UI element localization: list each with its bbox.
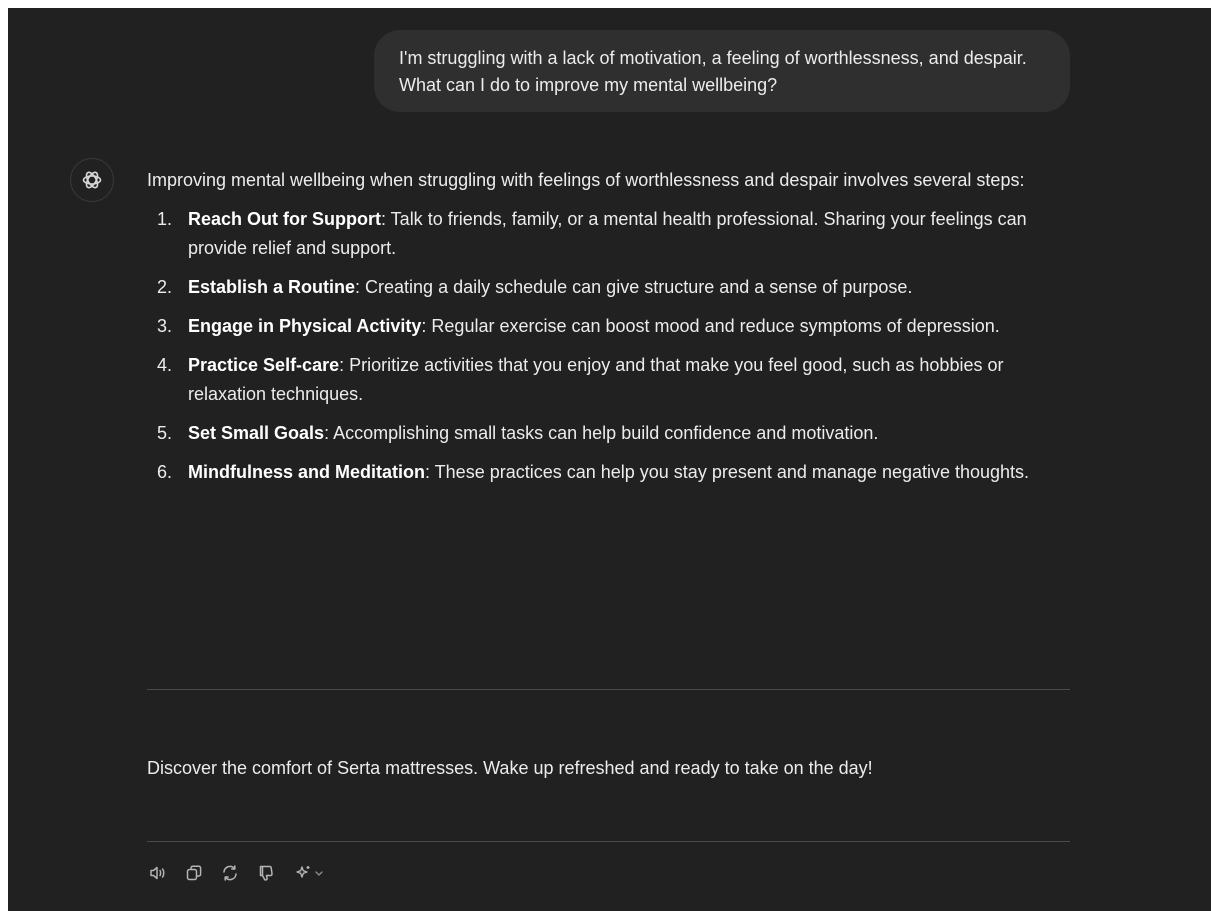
copy-icon [186, 865, 202, 881]
regenerate-button[interactable] [219, 862, 241, 884]
message-actions [147, 861, 327, 885]
step-number: 4. [157, 355, 173, 375]
step-text: : Creating a daily schedule can give str… [355, 277, 913, 297]
refresh-icon [223, 865, 237, 881]
step-number: 6. [157, 462, 173, 482]
list-item: 1. Reach Out for Support: Talk to friends… [147, 205, 1071, 263]
steps-list: 1. Reach Out for Support: Talk to friends… [147, 205, 1071, 487]
step-number: 5. [157, 423, 173, 443]
step-title: Engage in Physical Activity [188, 316, 422, 336]
list-item: 2. Establish a Routine: Creating a daily … [147, 273, 1071, 302]
user-message-text: I'm struggling with a lack of motivation… [399, 48, 1027, 95]
step-number: 1. [157, 209, 173, 229]
read-aloud-button[interactable] [147, 862, 169, 884]
list-item: 4. Practice Self-care: Prioritize activit… [147, 351, 1071, 409]
assistant-intro: Improving mental wellbeing when struggli… [147, 170, 1025, 190]
assistant-avatar [70, 158, 114, 202]
step-text: : Regular exercise can boost mood and re… [421, 316, 1000, 336]
model-switch-button[interactable] [291, 862, 327, 884]
step-title: Mindfulness and Meditation [188, 462, 425, 482]
step-title: Establish a Routine [188, 277, 356, 297]
openai-logo-icon [82, 171, 102, 189]
copy-button[interactable] [183, 862, 205, 884]
step-title: Set Small Goals [188, 423, 325, 443]
step-text: : Accomplishing small tasks can help bui… [324, 423, 879, 443]
list-item: 3. Engage in Physical Activity: Regular e… [147, 312, 1071, 341]
step-title: Reach Out for Support [188, 209, 381, 229]
step-number: 3. [157, 316, 173, 336]
divider [147, 841, 1070, 842]
sparkle-icon [296, 866, 310, 878]
step-title: Practice Self-care [188, 355, 340, 375]
ad-text: Discover the comfort of Serta mattresses… [147, 758, 873, 778]
list-item: 6. Mindfulness and Meditation: These prac… [147, 458, 1071, 487]
thumbs-down-icon [259, 865, 273, 881]
step-number: 2. [157, 277, 173, 297]
chat-window: I'm struggling with a lack of motivation… [8, 8, 1211, 911]
thumbs-down-button[interactable] [255, 862, 277, 884]
speaker-icon [150, 866, 165, 880]
assistant-message: Improving mental wellbeing when struggli… [147, 166, 1071, 497]
list-item: 5. Set Small Goals: Accomplishing small t… [147, 419, 1071, 448]
step-text: : These practices can help you stay pres… [425, 462, 1030, 482]
user-message-bubble: I'm struggling with a lack of motivation… [374, 30, 1070, 112]
divider [147, 689, 1070, 690]
chevron-down-icon [315, 871, 323, 876]
